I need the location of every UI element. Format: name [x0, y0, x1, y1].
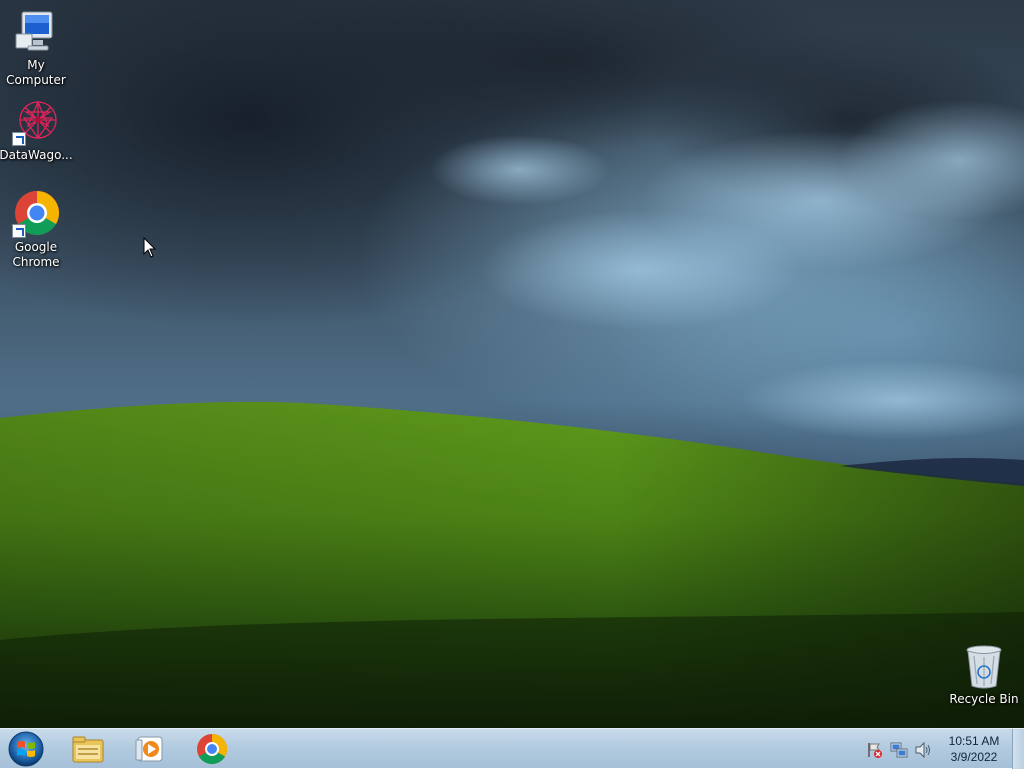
icon-label: Chrome: [12, 255, 60, 269]
desktop-icon-google-chrome[interactable]: Google Chrome: [0, 190, 74, 270]
start-button[interactable]: [6, 731, 46, 767]
tray-flag[interactable]: [866, 741, 884, 759]
tray-network[interactable]: [890, 741, 908, 759]
taskbar-file-explorer[interactable]: [62, 731, 114, 767]
icon-label: DataWago...: [0, 148, 73, 162]
tray-volume[interactable]: [914, 741, 932, 759]
file-explorer-icon: [72, 736, 104, 763]
clock-time: 10:51 AM: [948, 734, 1000, 748]
green-hill: [0, 401, 1024, 728]
show-desktop-button[interactable]: [1012, 729, 1024, 769]
volume-icon: [915, 741, 930, 759]
taskbar-chrome[interactable]: [186, 731, 238, 767]
datawagon-icon: [12, 98, 60, 146]
shortcut-arrow-icon: [12, 132, 26, 146]
taskbar: 10:51 AM 3/9/2022: [0, 728, 1024, 769]
icon-label: Computer: [6, 73, 66, 87]
icon-label: Recycle Bin: [949, 692, 1019, 706]
shortcut-arrow-icon: [12, 224, 26, 238]
mouse-cursor-icon: [143, 237, 157, 258]
taskbar-media-player[interactable]: [124, 731, 176, 767]
desktop-icon-datawagon[interactable]: DataWago...: [0, 98, 74, 163]
chrome-icon: [12, 190, 60, 238]
clock-date: 3/9/2022: [950, 750, 998, 764]
computer-icon: [12, 8, 60, 56]
desktop-wallpaper: My Computer DataWago... Google Chrome Re…: [0, 0, 1024, 728]
recycle-bin-icon: [960, 642, 1008, 690]
desktop-icon-recycle-bin[interactable]: Recycle Bin: [946, 642, 1022, 707]
icon-label: My: [27, 58, 45, 72]
media-player-icon: [135, 736, 163, 762]
icon-label: Google: [14, 240, 58, 254]
desktop-icon-my-computer[interactable]: My Computer: [0, 8, 74, 88]
action-center-flag-icon: [868, 743, 882, 758]
chrome-icon: [197, 734, 228, 765]
tray-clock[interactable]: 10:51 AM 3/9/2022: [940, 733, 1008, 765]
network-icon: [890, 742, 908, 758]
windows-logo-icon: [8, 731, 44, 767]
